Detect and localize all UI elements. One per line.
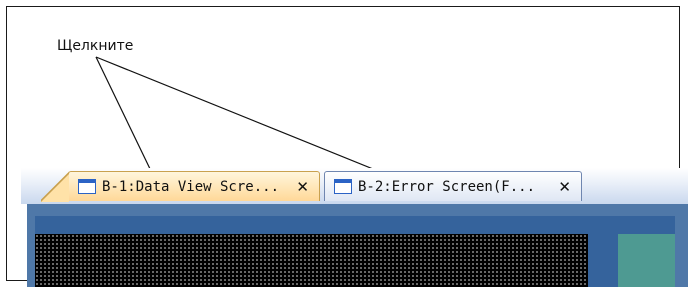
screen-editor-workspace (27, 204, 688, 287)
window-icon (78, 179, 96, 194)
tab-b1-data-view[interactable]: B-1:Data View Scre... ✕ (41, 171, 320, 202)
close-icon[interactable]: ✕ (558, 178, 571, 196)
tab-b2-error-screen[interactable]: B-2:Error Screen(F... ✕ (324, 171, 582, 201)
close-icon[interactable]: ✕ (296, 178, 309, 196)
dot-grid-canvas[interactable] (35, 234, 588, 287)
leader-line-tab-1 (95, 56, 153, 174)
tab-label: B-2:Error Screen(F... (358, 178, 536, 195)
canvas-side-panel (618, 234, 675, 287)
document-tab-strip: B-1:Data View Scre... ✕ B-2:Error Screen… (21, 168, 688, 204)
leader-line-tab-2 (95, 56, 384, 174)
screen-canvas-area (35, 216, 675, 287)
window-icon (334, 179, 352, 194)
tab-label: B-1:Data View Scre... (102, 178, 280, 195)
